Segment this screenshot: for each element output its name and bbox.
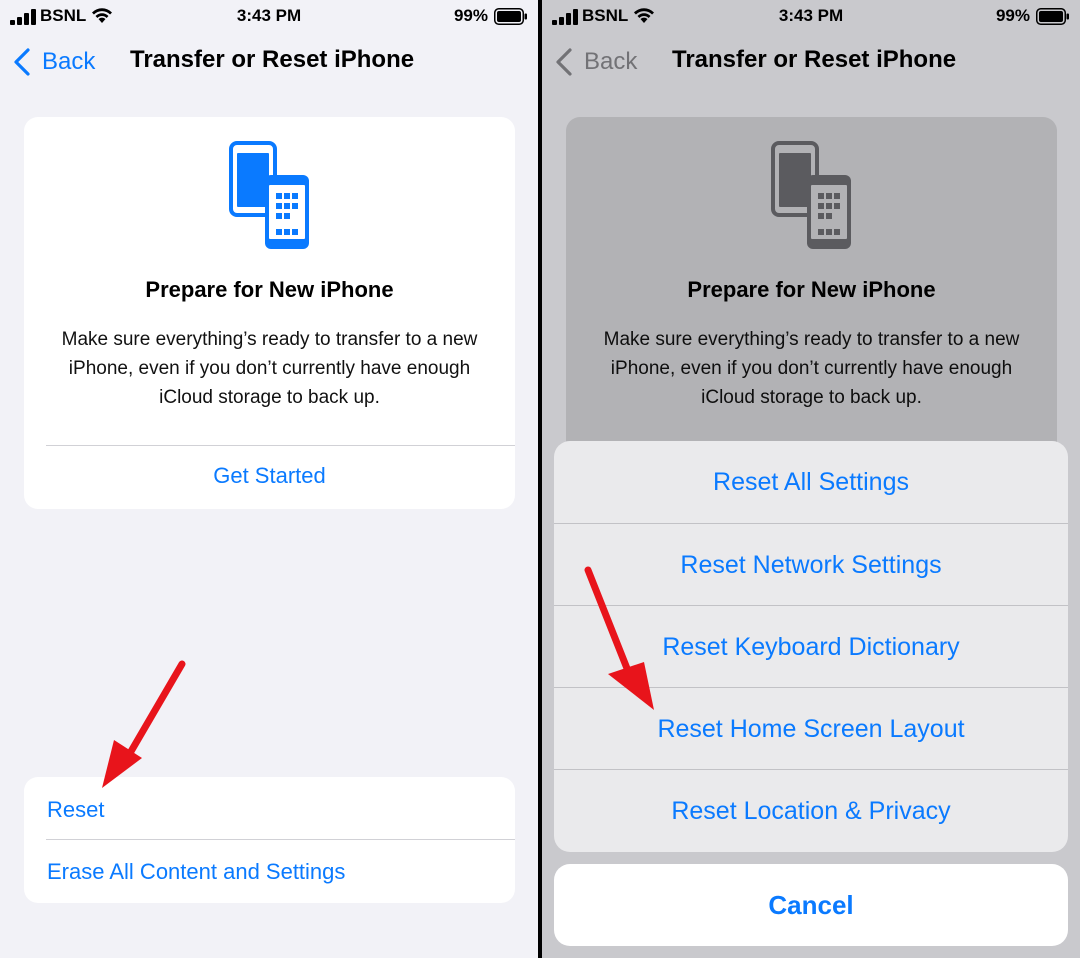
- cancel-button[interactable]: Cancel: [554, 864, 1068, 946]
- back-label: Back: [42, 48, 96, 75]
- erase-all-content-button[interactable]: Erase All Content and Settings: [47, 859, 345, 885]
- prepare-new-iphone-card: Prepare for New iPhone Make sure everyth…: [24, 117, 515, 509]
- status-bar: BSNL 3:43 PM 99%: [0, 0, 538, 34]
- battery-icon: [494, 8, 527, 25]
- annotation-arrow-icon: [584, 566, 654, 710]
- card-divider: [46, 445, 515, 446]
- annotation-arrow-icon: [102, 660, 186, 788]
- screen-transfer-reset: BSNL 3:43 PM 99% Back Transfer or Reset …: [0, 0, 538, 958]
- back-button[interactable]: Back: [12, 45, 95, 79]
- navigation-bar: Back Transfer or Reset iPhone: [0, 40, 538, 84]
- reset-options-group: Reset Erase All Content and Settings: [24, 777, 515, 903]
- reset-button[interactable]: Reset: [47, 797, 104, 823]
- group-divider: [46, 839, 515, 840]
- reset-location-privacy-option[interactable]: Reset Location & Privacy: [554, 770, 1068, 852]
- reset-all-settings-option[interactable]: Reset All Settings: [554, 441, 1068, 523]
- transfer-phones-icon: [229, 141, 309, 249]
- card-description: Make sure everything’s ready to transfer…: [61, 329, 478, 408]
- card-title: Prepare for New iPhone: [145, 277, 394, 302]
- screen-reset-action-sheet: BSNL 3:43 PM 99% Back Transfer or Reset …: [542, 0, 1080, 958]
- page-title: Transfer or Reset iPhone: [130, 46, 415, 73]
- get-started-button[interactable]: Get Started: [24, 463, 515, 489]
- chevron-left-icon: [14, 48, 30, 76]
- battery-percentage: 99%: [453, 6, 488, 25]
